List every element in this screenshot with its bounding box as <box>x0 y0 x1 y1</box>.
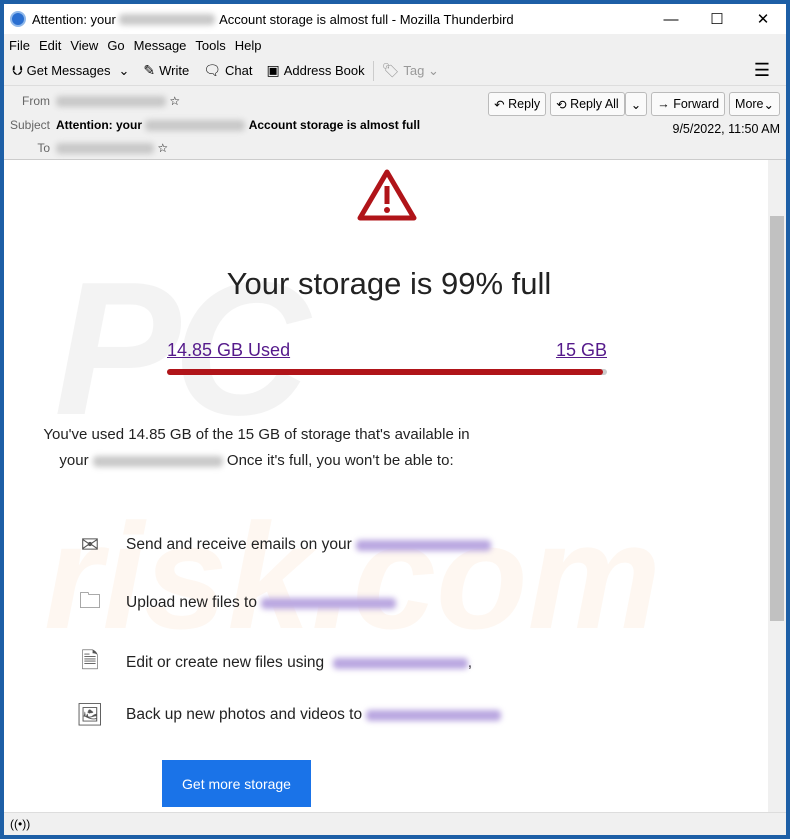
address-book-icon: ▣ <box>266 62 280 78</box>
address-book-button[interactable]: ▣ Address Book <box>266 62 364 79</box>
forward-icon: → <box>657 97 670 111</box>
subject-prefix: Attention: your <box>56 118 142 132</box>
menu-tools[interactable]: Tools <box>195 38 225 53</box>
toolbar: ⮋ Get Messages ⌄ ✎ Write 🗨 Chat ▣ Address Bo… <box>4 56 786 86</box>
redacted-link[interactable] <box>261 597 397 609</box>
redacted-email <box>145 119 246 131</box>
close-button[interactable]: ✕ <box>740 4 786 34</box>
item-text: Send and receive emails on your <box>126 536 352 553</box>
list-item: ✉ Send and receive emails on your <box>76 532 492 558</box>
menu-go[interactable]: Go <box>107 38 124 53</box>
reply-label: Reply <box>508 97 541 111</box>
document-icon: 🗎 <box>81 648 99 673</box>
pencil-icon: ✎ <box>143 62 156 78</box>
title-bar: Attention: your Account storage is almos… <box>4 4 786 34</box>
envelope-icon: ✉ <box>80 532 100 557</box>
forward-label: Forward <box>673 97 720 111</box>
menu-bar: File Edit View Go Message Tools Help <box>4 34 786 56</box>
reply-all-icon: ⟲ <box>556 97 567 112</box>
tag-button[interactable]: 🏷 Tag ⌄ <box>382 62 439 79</box>
to-label: To <box>37 141 50 155</box>
reply-button[interactable]: ↶ Reply <box>488 92 547 116</box>
star-icon[interactable]: ☆ <box>169 94 180 108</box>
app-menu-icon[interactable]: ☰ <box>754 60 770 81</box>
redacted-email <box>92 455 223 467</box>
chat-label: Chat <box>225 63 253 78</box>
thunderbird-icon <box>10 11 26 27</box>
scrollbar-thumb[interactable] <box>770 216 784 621</box>
watermark: risk.com <box>44 492 661 660</box>
window-title: Attention: your <box>32 11 116 27</box>
tag-label: Tag <box>403 63 425 78</box>
window-title-suffix: Account storage is almost full - Mozilla… <box>219 11 514 27</box>
storage-heading: Your storage is 99% full <box>226 266 552 301</box>
chat-button[interactable]: 🗨 Chat <box>203 62 252 79</box>
address-book-label: Address Book <box>283 63 365 78</box>
from-label: From <box>22 94 50 108</box>
thunderbird-window: Attention: your Account storage is almos… <box>4 4 786 835</box>
menu-edit[interactable]: Edit <box>39 38 61 53</box>
total-storage-link[interactable]: 15 GB <box>556 340 607 361</box>
storage-paragraph: You've used 14.85 GB of the 15 GB of sto… <box>34 422 479 474</box>
menu-message[interactable]: Message <box>134 38 187 53</box>
item-text: Back up new photos and videos to <box>126 706 363 723</box>
chat-icon: 🗨 <box>203 62 221 78</box>
menu-help[interactable]: Help <box>235 38 262 53</box>
more-button[interactable]: More ⌄ <box>729 92 780 116</box>
folder-icon: 🗀 <box>78 588 101 613</box>
menu-file[interactable]: File <box>9 38 30 53</box>
storage-progress-fill <box>167 369 603 375</box>
comma: , <box>467 654 473 671</box>
storage-progress-bar <box>167 369 607 375</box>
list-item: 🗀 Upload new files to <box>76 584 397 622</box>
item-text: Edit or create new files using <box>126 654 325 671</box>
used-storage-link[interactable]: 14.85 GB Used <box>167 340 290 361</box>
get-messages-label: Get Messages <box>26 63 111 78</box>
maximize-button[interactable]: ☐ <box>694 4 740 34</box>
email-body: PC risk.com Your storage is 99% full 14.… <box>4 160 768 812</box>
get-more-storage-button[interactable]: Get more storage <box>162 760 311 807</box>
get-messages-dropdown[interactable]: ⌄ <box>118 63 129 79</box>
connection-icon: ((•)) <box>10 817 31 831</box>
item-text: Upload new files to <box>126 594 257 611</box>
image-icon: 🖼 <box>76 702 104 727</box>
download-icon: ⮋ <box>12 62 23 78</box>
star-icon[interactable]: ☆ <box>157 141 168 155</box>
redacted-sender <box>56 95 166 107</box>
minimize-button[interactable]: — <box>648 4 694 34</box>
status-bar: ((•)) <box>4 812 786 835</box>
more-label: More <box>735 97 764 111</box>
write-button[interactable]: ✎ Write <box>143 62 189 79</box>
get-messages-button[interactable]: ⮋ Get Messages <box>12 62 110 79</box>
message-date: 9/5/2022, 11:50 AM <box>672 122 781 136</box>
menu-view[interactable]: View <box>70 38 98 53</box>
toolbar-separator <box>372 60 374 81</box>
paragraph-text: Once it's full, you won't be able to: <box>226 452 454 469</box>
redacted-email <box>119 13 216 25</box>
reply-all-button[interactable]: ⟲ Reply All <box>550 92 625 116</box>
forward-button[interactable]: → Forward <box>651 92 726 116</box>
redacted-link[interactable] <box>332 657 468 669</box>
list-item: 🖼 Back up new photos and videos to <box>76 702 502 728</box>
subject-suffix: Account storage is almost full <box>248 118 421 132</box>
redacted-link[interactable] <box>356 539 492 551</box>
scrollbar[interactable] <box>768 160 786 812</box>
tag-icon: 🏷 <box>381 62 400 78</box>
reply-all-label: Reply All <box>570 97 619 111</box>
redacted-link[interactable] <box>366 709 502 721</box>
warning-icon <box>357 169 417 221</box>
list-item: 🗎 Edit or create new files using , <box>76 644 472 682</box>
message-header: From ☆ Subject Attention: your Account st… <box>4 86 786 160</box>
write-label: Write <box>159 63 190 78</box>
reply-all-dropdown[interactable]: ⌄ <box>624 92 648 116</box>
reply-icon: ↶ <box>494 97 505 112</box>
redacted-recipient <box>56 142 154 154</box>
subject-label: Subject <box>9 118 50 132</box>
